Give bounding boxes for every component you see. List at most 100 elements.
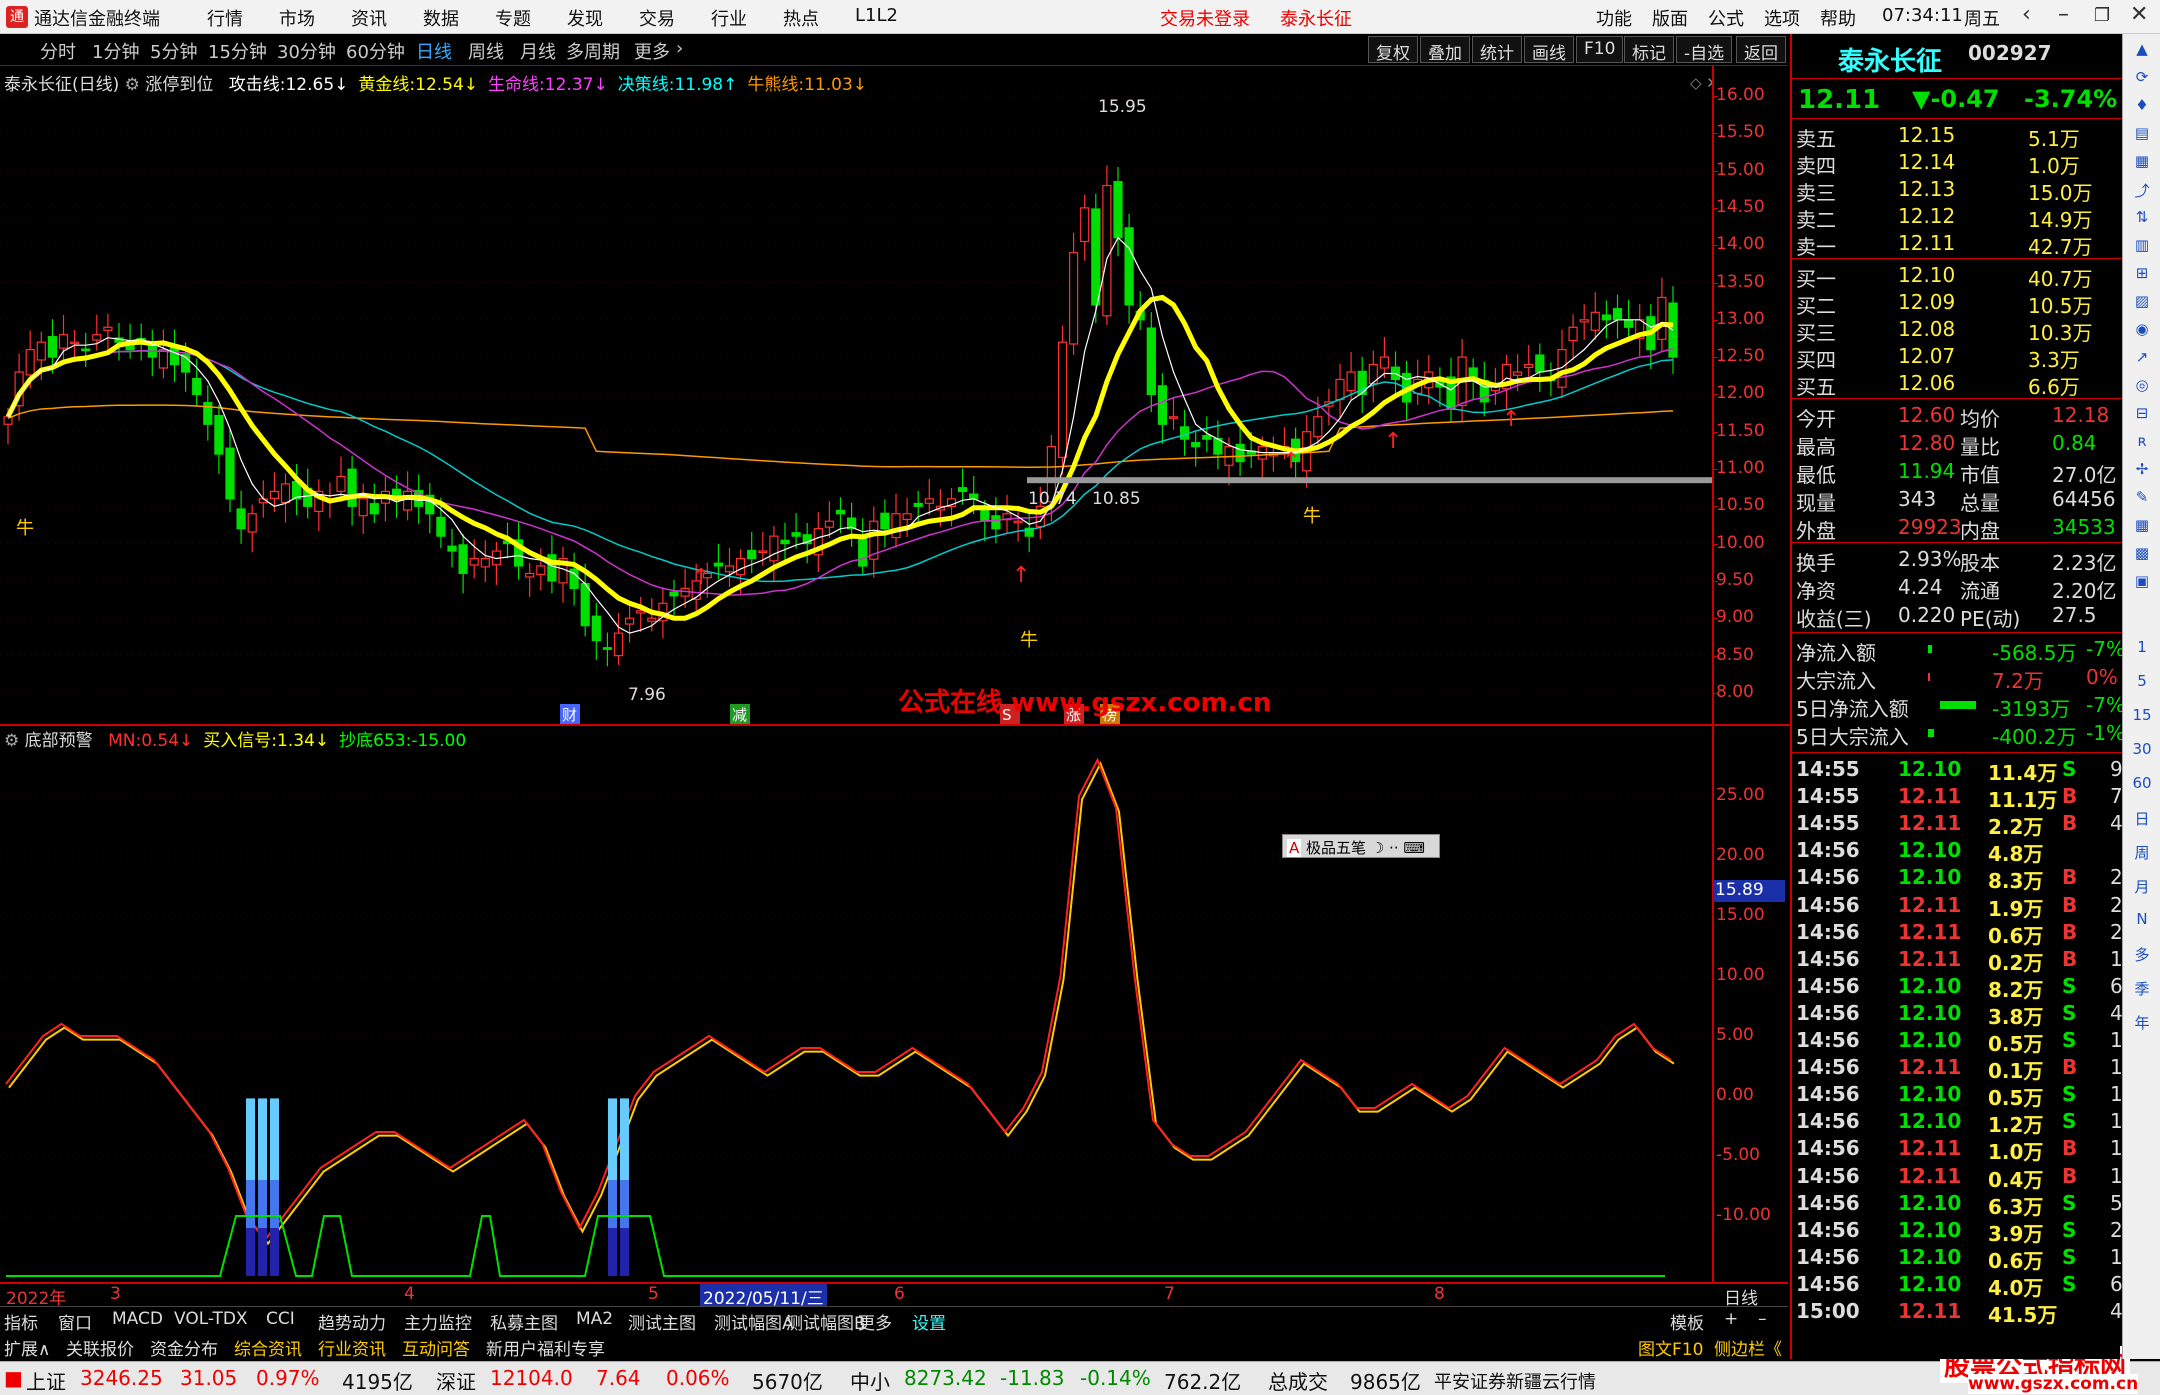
login-status[interactable]: 交易未登录 xyxy=(1160,5,1250,31)
stat-row[interactable]: 今开 12.60 均价 12.18 xyxy=(1792,402,2122,431)
sidebar-tool-icon[interactable]: ⊞ xyxy=(2129,264,2155,288)
period-5min[interactable]: 5分钟 xyxy=(150,38,197,64)
tick-row[interactable]: 14:55 12.11 2.2万 B 4 xyxy=(1792,810,2123,839)
sidebar-tool-icon[interactable]: ✎ xyxy=(2129,488,2155,512)
ask-row[interactable]: 卖一 12.11 42.7万 xyxy=(1792,230,2122,259)
sh-name[interactable]: 上证 xyxy=(26,1366,66,1395)
diamond-icon[interactable]: ◇ ✕ xyxy=(1690,74,1712,92)
price-row[interactable]: 12.11 ▼-0.47 -3.74% xyxy=(1792,84,2122,115)
sidebar-period[interactable]: 多 xyxy=(2129,944,2155,968)
sidebar-tool-icon[interactable]: ⟳ xyxy=(2129,68,2155,92)
menu-help[interactable]: 帮助 xyxy=(1820,5,1856,31)
indicator-chart[interactable] xyxy=(0,748,1712,1282)
menu-quote[interactable]: 行情 xyxy=(207,5,243,31)
menu-market[interactable]: 市场 xyxy=(279,5,315,31)
period-60min[interactable]: 60分钟 xyxy=(346,38,405,64)
tick-row[interactable]: 14:56 12.11 0.2万 B 1 xyxy=(1792,946,2123,975)
bid-row[interactable]: 买五 12.06 6.6万 xyxy=(1792,370,2122,399)
tick-row[interactable]: 14:56 12.10 3.8万 S 4 xyxy=(1792,1000,2123,1029)
sidebar-tool-icon[interactable]: ▲ xyxy=(2129,40,2155,64)
menu-topic[interactable]: 专题 xyxy=(495,5,531,31)
close-icon[interactable]: ✕ xyxy=(2130,2,2148,27)
ask-row[interactable]: 卖四 12.14 1.0万 xyxy=(1792,149,2122,178)
plus-icon[interactable]: + xyxy=(1724,1309,1738,1329)
indicator-tab[interactable]: 私募主图 xyxy=(490,1309,558,1334)
sidebar-period[interactable]: 30 xyxy=(2129,740,2155,764)
sidebar-tool-icon[interactable]: ▦ xyxy=(2129,152,2155,176)
info-tab[interactable]: 互动问答 xyxy=(402,1335,470,1360)
tick-row[interactable]: 14:56 12.11 1.0万 B 1 xyxy=(1792,1135,2123,1164)
info-tab[interactable]: 关联报价 xyxy=(66,1335,134,1360)
indicator-tab[interactable]: 更多 xyxy=(858,1309,892,1334)
bid-row[interactable]: 买四 12.07 3.3万 xyxy=(1792,343,2122,372)
sidebar-period[interactable]: 周 xyxy=(2129,842,2155,866)
sidebar-tool-icon[interactable]: ⤴ xyxy=(2129,180,2155,204)
ime-icon[interactable]: A xyxy=(1287,839,1302,857)
info-tab[interactable]: 综合资讯 xyxy=(234,1335,302,1360)
sidebar-tool-icon[interactable]: ▦ xyxy=(2129,516,2155,540)
sidebar-tool-icon[interactable]: ⊟ xyxy=(2129,404,2155,428)
indicator-tab[interactable]: 测试主图 xyxy=(628,1309,696,1334)
tick-row[interactable]: 14:56 12.11 0.4万 B 1 xyxy=(1792,1163,2123,1192)
btn-overlay[interactable]: 叠加 xyxy=(1420,36,1470,64)
indicator-tab[interactable]: 指标 xyxy=(4,1309,38,1334)
tick-row[interactable]: 14:56 12.11 0.1万 B 1 xyxy=(1792,1054,2123,1083)
stat-row[interactable]: 最高 12.80 量比 0.84 xyxy=(1792,430,2122,459)
info-right-tab[interactable]: 图文F10 xyxy=(1638,1335,1703,1360)
info-right-tab[interactable]: 侧边栏《 xyxy=(1714,1335,1782,1360)
flow-row[interactable]: 大宗流入 7.2万 0% xyxy=(1792,664,2122,693)
info-tab[interactable]: 行业资讯 xyxy=(318,1335,386,1360)
tick-row[interactable]: 14:56 12.10 6.3万 S 5 xyxy=(1792,1190,2123,1219)
back-icon[interactable]: ‹ xyxy=(2022,2,2031,27)
sidebar-tool-icon[interactable]: ◎ xyxy=(2129,376,2155,400)
candlestick-chart[interactable]: 15.957.9610.7410.85牛牛牛↑↑↑↑↑财减S涨榜◇ ✕ xyxy=(0,66,1712,726)
period-multi[interactable]: 多周期 xyxy=(566,38,620,64)
tick-row[interactable]: 14:55 12.11 11.1万 B 7 xyxy=(1792,783,2123,812)
period-15min[interactable]: 15分钟 xyxy=(208,38,267,64)
sidebar-tool-icon[interactable]: ▥ xyxy=(2129,236,2155,260)
tick-row[interactable]: 14:56 12.11 0.6万 B 2 xyxy=(1792,919,2123,948)
indicator-tab[interactable]: 趋势动力 xyxy=(318,1309,386,1334)
indicator-tab[interactable]: MACD xyxy=(112,1309,163,1329)
ask-row[interactable]: 卖二 12.12 14.9万 xyxy=(1792,203,2122,232)
flow-row[interactable]: 5日净流入额 -3193万 -7% xyxy=(1792,692,2125,721)
tick-row[interactable]: 14:56 12.11 1.9万 B 2 xyxy=(1792,892,2123,921)
btn-adjust[interactable]: 复权 xyxy=(1368,36,1418,64)
period-monthly[interactable]: 月线 xyxy=(520,38,556,64)
stat-row[interactable]: 换手 2.93% 股本 2.23亿 xyxy=(1792,546,2122,575)
sidebar-tool-icon[interactable]: ◉ xyxy=(2129,320,2155,344)
restore-icon[interactable]: ❐ xyxy=(2094,5,2110,26)
btn-back[interactable]: 返回 xyxy=(1736,36,1786,64)
btn-draw[interactable]: 画线 xyxy=(1524,36,1574,64)
event-marker[interactable]: 减 xyxy=(732,706,747,724)
tick-row[interactable]: 14:56 12.10 4.0万 S 6 xyxy=(1792,1271,2123,1300)
event-marker[interactable]: 财 xyxy=(562,706,577,724)
info-tab[interactable]: 新用户福利专享 xyxy=(486,1335,605,1360)
sidebar-period[interactable]: 年 xyxy=(2129,1012,2155,1036)
zx-name[interactable]: 中小 xyxy=(850,1366,890,1395)
indicator-tab[interactable]: 主力监控 xyxy=(404,1309,472,1334)
tick-row[interactable]: 15:0012.1141.5万45 xyxy=(1792,1298,2135,1327)
menu-industry[interactable]: 行业 xyxy=(711,5,747,31)
sidebar-tool-icon[interactable]: ʀ xyxy=(2129,432,2155,456)
tick-row[interactable]: 14:56 12.10 0.6万 S 1 xyxy=(1792,1244,2123,1273)
minus-icon[interactable]: – xyxy=(1758,1309,1767,1329)
sidebar-tool-icon[interactable]: ↗ xyxy=(2129,348,2155,372)
chevron-right-icon[interactable]: › xyxy=(676,38,683,59)
sidebar-period[interactable]: 5 xyxy=(2129,672,2155,696)
tick-row[interactable]: 14:56 12.10 1.2万 S 1 xyxy=(1792,1108,2123,1137)
template-tab[interactable]: 模板 xyxy=(1670,1309,1704,1334)
stat-row[interactable]: 收益(三) 0.220 PE(动) 27.5 xyxy=(1792,602,2122,631)
stat-row[interactable]: 外盘 29923 内盘 34533 xyxy=(1792,514,2122,543)
sidebar-period[interactable]: 月 xyxy=(2129,876,2155,900)
menu-layout[interactable]: 版面 xyxy=(1652,5,1688,31)
flow-row[interactable]: 5日大宗流入 -400.2万 -1% xyxy=(1792,720,2125,749)
period-more[interactable]: 更多 xyxy=(634,38,670,64)
tick-row[interactable]: 14:55 12.10 11.4万 S 9 xyxy=(1792,756,2123,785)
sidebar-tool-icon[interactable]: ✢ xyxy=(2129,460,2155,484)
tick-row[interactable]: 14:56 12.10 0.5万 S 1 xyxy=(1792,1081,2123,1110)
sidebar-period[interactable]: 60 xyxy=(2129,774,2155,798)
menu-trade[interactable]: 交易 xyxy=(639,5,675,31)
sidebar-tool-icon[interactable]: ▨ xyxy=(2129,292,2155,316)
sidebar-period[interactable]: N xyxy=(2129,910,2155,934)
